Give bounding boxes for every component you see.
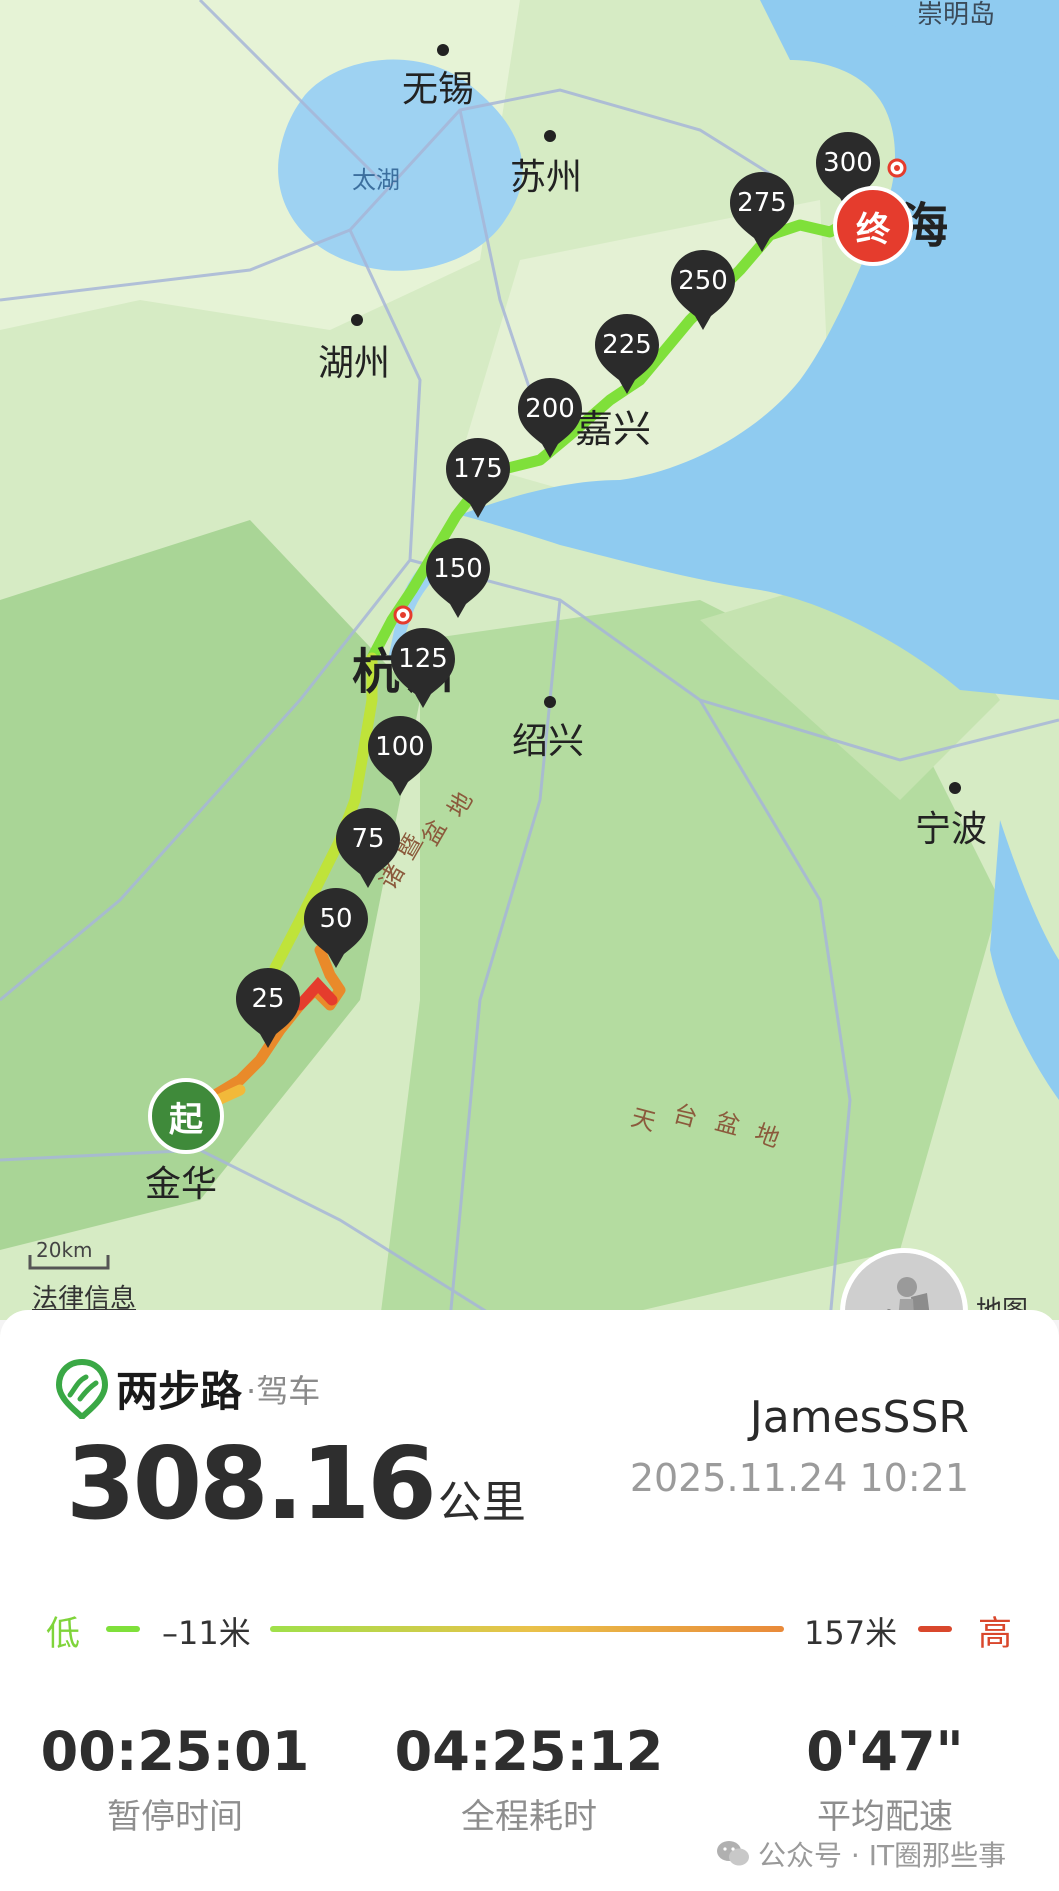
km-marker-50[interactable]: 50	[302, 886, 370, 970]
app-logo-icon	[56, 1358, 108, 1419]
elevation-high-line	[918, 1626, 952, 1632]
km-marker-100[interactable]: 100	[366, 714, 434, 798]
stat-total: 04:25:12 全程耗时	[374, 1720, 684, 1838]
summary-card: 两步路 ·驾车 JamesSSR 2025.11.24 10:21 308.16…	[0, 1310, 1059, 1891]
ningbo-label: 宁波	[915, 809, 988, 850]
km-marker-label: 100	[375, 732, 425, 762]
stat-total-value: 04:25:12	[394, 1720, 664, 1783]
shaoxing-dot	[544, 696, 556, 708]
elevation-max: 157米	[804, 1614, 898, 1652]
taihu-label: 太湖	[352, 166, 400, 194]
stat-pause-label: 暂停时间	[107, 1797, 243, 1837]
distance-block: 308.16 公里	[66, 1434, 526, 1534]
distance-value: 308.16	[66, 1425, 437, 1542]
user-name: JamesSSR	[749, 1392, 969, 1443]
km-marker-25[interactable]: 25	[234, 966, 302, 1050]
km-marker-label: 175	[453, 454, 503, 484]
km-marker-label: 125	[398, 644, 448, 674]
jinhua-label: 金华	[145, 1164, 218, 1205]
km-marker-175[interactable]: 175	[444, 436, 512, 520]
wechat-icon	[717, 1841, 749, 1866]
wuxi-dot	[437, 44, 449, 56]
suzhou-label: 苏州	[510, 157, 583, 198]
suzhou-dot	[544, 130, 556, 142]
km-marker-label: 25	[251, 984, 285, 1014]
chongming-label: 崇明岛	[917, 0, 996, 30]
elevation-gradient-bar	[270, 1626, 784, 1632]
km-marker-200[interactable]: 200	[516, 376, 584, 460]
stat-pace-label: 平均配速	[817, 1797, 953, 1837]
km-marker-125[interactable]: 125	[389, 626, 457, 710]
app-name: 两步路	[116, 1367, 243, 1416]
datetime: 2025.11.24 10:21	[629, 1456, 969, 1500]
app-brand: 两步路 ·驾车	[56, 1358, 320, 1419]
app-mode: ·驾车	[246, 1371, 321, 1410]
km-marker-label: 225	[602, 330, 652, 360]
stat-pause-value: 00:25:01	[40, 1720, 310, 1783]
km-marker-label: 75	[351, 824, 385, 854]
km-marker-label: 275	[737, 188, 787, 218]
route-map[interactable]: 崇明岛 无锡 太湖 苏州 湖州 嘉兴 海 杭州 绍兴 宁波 金华 诸 暨 盆 地…	[0, 0, 1059, 1320]
km-marker-label: 300	[823, 148, 873, 178]
wuxi-label: 无锡	[402, 69, 475, 110]
km-marker-label: 50	[319, 904, 353, 934]
start-marker[interactable]: 起	[148, 1078, 224, 1154]
watermark-text: 公众号 · IT圈那些事	[758, 1839, 1007, 1872]
distance-unit: 公里	[437, 1477, 526, 1528]
end-marker-label: 终	[856, 209, 890, 250]
km-marker-label: 150	[433, 554, 483, 584]
elevation-low-line	[106, 1626, 140, 1632]
km-marker-label: 200	[525, 394, 575, 424]
start-marker-label: 起	[169, 1099, 203, 1140]
km-marker-225[interactable]: 225	[593, 312, 661, 396]
stat-pause: 00:25:01 暂停时间	[20, 1720, 330, 1838]
scale-label: 20km	[36, 1238, 93, 1262]
watermark: 公众号 · IT圈那些事	[716, 1834, 1006, 1874]
ningbo-dot	[949, 782, 961, 794]
km-marker-250[interactable]: 250	[669, 248, 737, 332]
km-marker-275[interactable]: 275	[728, 170, 796, 254]
km-marker-label: 250	[678, 266, 728, 296]
km-marker-75[interactable]: 75	[334, 806, 402, 890]
km-marker-150[interactable]: 150	[424, 536, 492, 620]
huzhou-dot	[351, 314, 363, 326]
huzhou-label: 湖州	[318, 343, 391, 384]
stat-pace-value: 0'47"	[806, 1720, 964, 1783]
stat-total-label: 全程耗时	[461, 1797, 597, 1837]
jiaxing-label: 嘉兴	[575, 407, 652, 451]
end-marker[interactable]: 终	[833, 186, 913, 266]
stat-pace: 0'47" 平均配速	[730, 1720, 1040, 1838]
elevation-low-label: 低	[46, 1614, 80, 1654]
elevation-high-label: 高	[978, 1614, 1012, 1654]
shaoxing-label: 绍兴	[512, 721, 585, 762]
elevation-min: –11米	[162, 1614, 251, 1652]
